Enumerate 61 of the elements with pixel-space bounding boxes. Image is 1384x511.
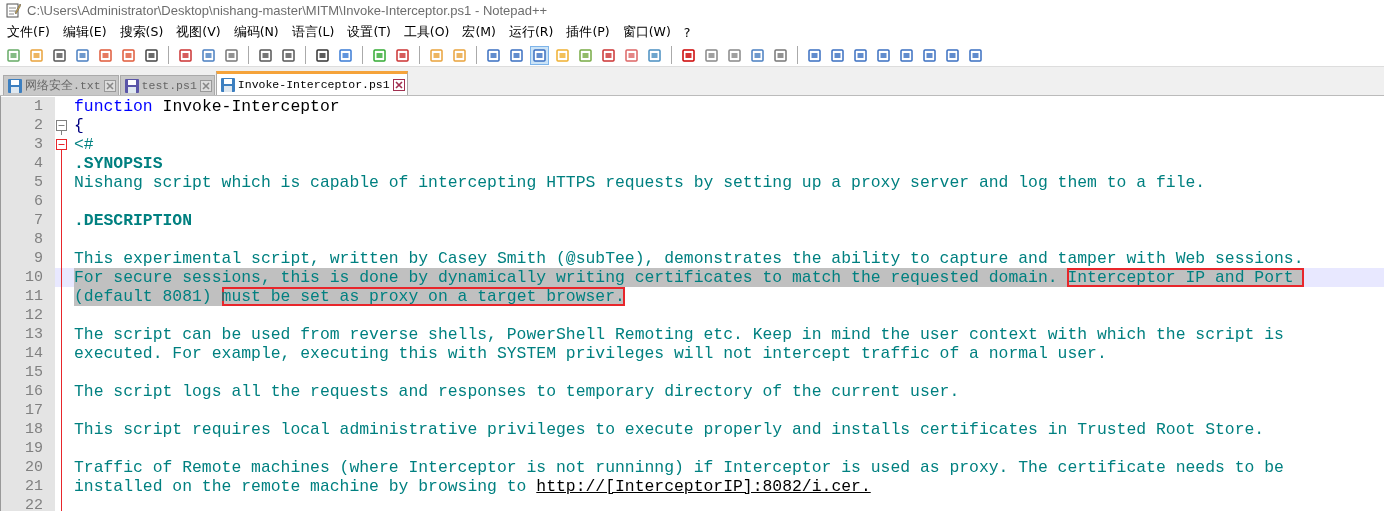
menu-item[interactable]: 设置(T)	[342, 23, 399, 41]
line-number: 6	[1, 192, 55, 211]
menu-item[interactable]: 宏(M)	[457, 23, 504, 41]
line-number: 2	[1, 116, 55, 135]
line-number: 21	[1, 477, 55, 496]
line-number: 15	[1, 363, 55, 382]
code-text: For secure sessions, this is done by dynamically writing certificates to match the requested domain.	[74, 268, 1068, 287]
code-text: The script logs all the requests and responses to temporary directory of the current user.	[74, 382, 960, 401]
menu-item[interactable]: 语言(L)	[286, 23, 343, 41]
fold-minus-icon[interactable]	[56, 120, 67, 131]
line-number: 13	[1, 325, 55, 344]
code-text: <#	[74, 135, 94, 154]
line-number: 16	[1, 382, 55, 401]
code-link[interactable]: http://[InterceptorIP]:8082/i.cer.	[536, 477, 871, 496]
file-tab[interactable]: test.ps1	[119, 75, 215, 95]
menu-item[interactable]: 编辑(E)	[57, 23, 115, 41]
file-tab[interactable]: 网络安全.txt	[3, 75, 119, 95]
line-number: 3	[1, 135, 55, 154]
file-tab[interactable]: Invoke-Interceptor.ps1	[215, 71, 408, 95]
code-text: installed on the remote machine by browsing to	[74, 477, 528, 496]
menu-item[interactable]: 运行(R)	[504, 23, 562, 41]
code-text: .SYNOPSIS	[74, 154, 163, 173]
line-number: 19	[1, 439, 55, 458]
menu-item[interactable]: ?	[678, 24, 699, 40]
code-text: Nishang script which is capable of intercepting HTTPS requests by setting up a proxy server and log them to a file.	[74, 173, 1206, 192]
line-number: 20	[1, 458, 55, 477]
menu-item[interactable]: 插件(P)	[561, 23, 618, 41]
line-number: 7	[1, 211, 55, 230]
line-number: 4	[1, 154, 55, 173]
menu-item[interactable]: 文件(F)	[2, 23, 58, 41]
menu-item[interactable]: 窗口(W)	[617, 23, 679, 41]
menu-item[interactable]: 视图(V)	[171, 23, 229, 41]
line-number: 9	[1, 249, 55, 268]
line-number: 8	[1, 230, 55, 249]
code-text: This script requires local administrative privileges to execute properly and installs certificates in Trusted Root Store.	[74, 420, 1265, 439]
code-text: {	[74, 116, 84, 135]
code-text: executed. For example, executing this with SYSTEM privileges will not intercept traffic of a normal user.	[74, 344, 1107, 363]
code-text: (default 8081)	[74, 287, 222, 306]
close-icon[interactable]	[392, 78, 405, 91]
line-number: 1	[1, 97, 55, 116]
line-number: 18	[1, 420, 55, 439]
line-number: 14	[1, 344, 55, 363]
window-title: C:\Users\Administrator\Desktop\nishang-master\MITM\Invoke-Interceptor.ps1 - Notepad++	[27, 2, 548, 18]
boxed-code-text: Interceptor IP and Port	[1067, 268, 1304, 287]
line-number: 22	[1, 496, 55, 511]
menu-item[interactable]: 工具(O)	[398, 23, 458, 41]
toolbar-icon[interactable]	[530, 45, 549, 65]
code-text: This experimental script, written by Casey Smith (@subTee), demonstrates the ability to capture and tamper with Web sessions.	[74, 249, 1304, 268]
fold-minus-icon[interactable]	[56, 139, 67, 150]
menu-item[interactable]: 编码(N)	[228, 23, 287, 41]
menu-item[interactable]: 搜索(S)	[114, 23, 172, 41]
line-number: 5	[1, 173, 55, 192]
code-text: Traffic of Remote machines (where Interceptor is not runninng) if Interceptor is used as proxy. The certificate needs to be	[74, 458, 1284, 477]
code-text: Invoke-Interceptor	[161, 97, 340, 116]
line-number: 17	[1, 401, 55, 420]
line-number: 11	[1, 287, 55, 306]
line-number: 10	[1, 268, 55, 287]
code-text: The script can be used from reverse shells, PowerShell Remoting etc. Keep in mind the user context with which the script is	[74, 325, 1284, 344]
line-number: 12	[1, 306, 55, 325]
code-text: .DESCRIPTION	[74, 211, 193, 230]
code-text: function	[74, 97, 153, 116]
